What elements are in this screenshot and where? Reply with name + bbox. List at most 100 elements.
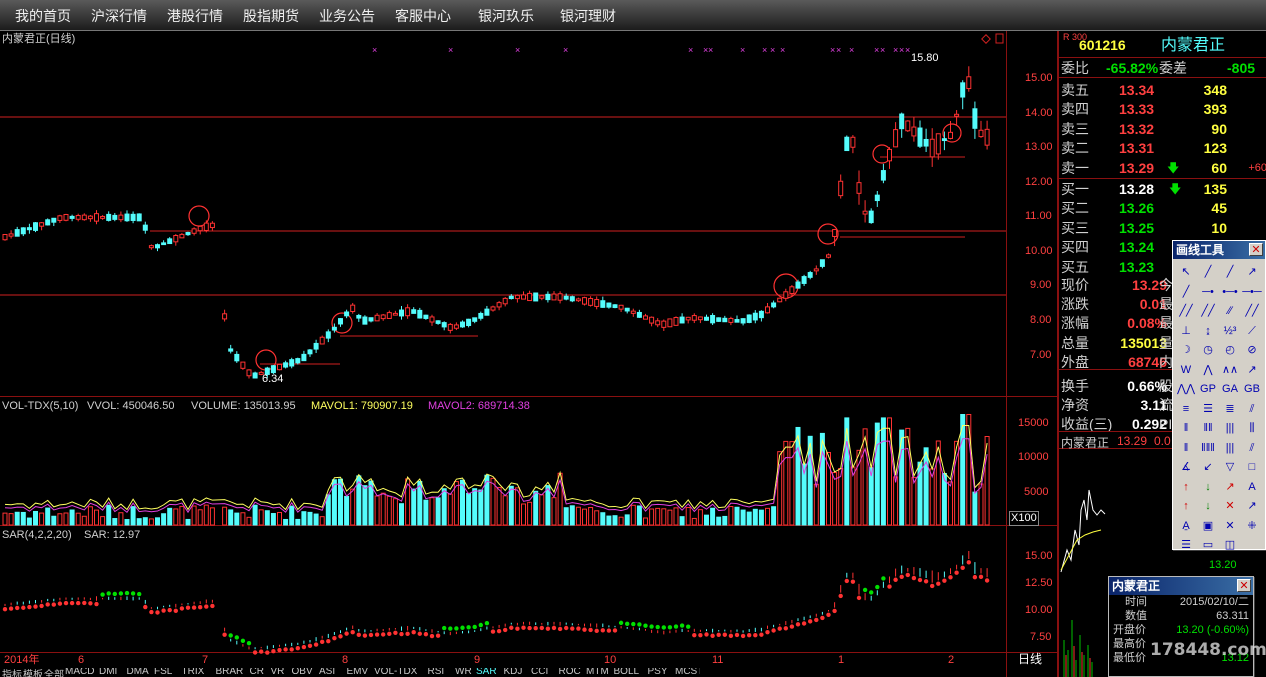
menu-galaxy-fun[interactable]: 银河玖乐 [478, 6, 534, 26]
screen-tool-icon[interactable]: ◫ [1220, 536, 1240, 554]
indicator-tab[interactable]: BRAR [216, 668, 244, 677]
gold-band-tool-icon[interactable]: GB [1242, 380, 1262, 398]
periods-tool-icon[interactable]: ⫼ [1242, 419, 1262, 437]
indicator-tab[interactable]: 全部 [44, 668, 64, 677]
indicator-tab[interactable]: WR [455, 668, 472, 677]
ruler-tool-icon[interactable]: ▭ [1198, 536, 1218, 554]
fib-fan-tool-icon[interactable]: ╱╱ [1198, 302, 1218, 320]
spiral-tool-icon[interactable]: ◴ [1220, 341, 1240, 359]
perpendicular-tool-icon[interactable]: ⊥ [1176, 322, 1196, 340]
menu-hk-stocks[interactable]: 港股行情 [167, 6, 223, 26]
menu-customer-service[interactable]: 客服中心 [395, 6, 451, 26]
text-box-tool-icon[interactable]: A̱ [1176, 517, 1196, 535]
arrow-red-tool-icon[interactable]: ↗ [1220, 478, 1240, 496]
indicator-tab[interactable]: DMA [127, 668, 149, 677]
volume-indicator-name[interactable]: VOL-TDX(5,10) [2, 400, 78, 413]
triple-peak-tool-icon[interactable]: ⋀⋀ [1176, 380, 1196, 398]
note-tool-icon[interactable]: ↗ [1242, 497, 1262, 515]
line-tool-icon[interactable]: ╱ [1198, 263, 1218, 281]
trend-tool-icon[interactable]: ⟋ [1242, 322, 1262, 340]
arc-tool-icon[interactable]: ☽ [1176, 341, 1196, 359]
up-arrow-red-tool-icon[interactable]: ↑ [1176, 478, 1196, 496]
time-zone-tool-icon[interactable]: ‖ [1176, 419, 1196, 437]
wave-tool-icon[interactable]: W [1176, 361, 1196, 379]
sell-level-row[interactable]: 卖三 13.32 90 [1059, 120, 1266, 139]
indicator-tab[interactable]: 指标 [2, 668, 22, 677]
indicator-tab[interactable]: RSI [428, 668, 445, 677]
up-arrow-tool-icon[interactable]: ↑ [1176, 497, 1196, 515]
indicator-tab[interactable]: MCST [675, 668, 700, 677]
double-peak-tool-icon[interactable]: ∧∧ [1220, 361, 1240, 379]
list-tool-icon[interactable]: ☰ [1176, 536, 1196, 554]
speed-line-tool-icon[interactable]: ∕∕ [1220, 302, 1240, 320]
arrow-line-tool-icon[interactable]: ↗ [1242, 263, 1262, 281]
down-arrow-tool-icon[interactable]: ↙ [1198, 458, 1218, 476]
indicator-tab[interactable]: SAR [476, 668, 497, 677]
period-label[interactable]: 日线 [1018, 653, 1042, 666]
triangle-tool-icon[interactable]: ▽ [1220, 458, 1240, 476]
segment-tool-icon[interactable]: ╱ [1176, 283, 1196, 301]
delete-tool-icon[interactable]: ✕ [1220, 517, 1240, 535]
indicator-tab[interactable]: ASI [319, 668, 335, 677]
sell-level-row[interactable]: 卖四 13.33 393 [1059, 100, 1266, 119]
gann-line-tool-icon[interactable]: ╱╱ [1242, 302, 1262, 320]
menu-home[interactable]: 我的首页 [15, 6, 71, 26]
menu-index-futures[interactable]: 股指期货 [243, 6, 299, 26]
indicator-tab[interactable]: PSY [648, 668, 668, 677]
band-lines-tool-icon[interactable]: ≣ [1220, 400, 1240, 418]
buy-level-row[interactable]: 买三 13.25 10 [1059, 219, 1266, 238]
percent-lines-tool-icon[interactable]: ☰ [1198, 400, 1218, 418]
indicator-tab[interactable]: KDJ [504, 668, 523, 677]
indicator-tab[interactable]: BOLL [614, 668, 640, 677]
menu-galaxy-finance[interactable]: 银河理财 [560, 6, 616, 26]
fibonacci-tool-icon[interactable]: ½³ [1220, 322, 1240, 340]
chart-canvas[interactable]: × × × × × × × × × × × × × × × × × × × [0, 31, 1058, 677]
fib-lines-tool-icon[interactable]: ≡ [1176, 400, 1196, 418]
indicator-tab[interactable]: MACD [65, 668, 94, 677]
indicator-tab[interactable]: CR [250, 668, 264, 677]
indicator-tab[interactable]: 模板 [23, 668, 43, 677]
menu-announcements[interactable]: 业务公告 [319, 6, 375, 26]
sell-level-row[interactable]: 卖一 13.29 60 🡇 +60 [1059, 159, 1266, 178]
info-window-titlebar[interactable]: 内蒙君正 ✕ [1109, 577, 1253, 595]
rectangle-tool-icon[interactable]: □ [1242, 458, 1262, 476]
buy-level-row[interactable]: 买二 13.26 45 [1059, 199, 1266, 218]
pattern-tool-icon[interactable]: ⁜ [1242, 517, 1262, 535]
sar-indicator-name[interactable]: SAR(4,2,2,20) [2, 529, 72, 542]
indicator-tab[interactable]: MTM [586, 668, 609, 677]
buy-level-row[interactable]: 买一 13.28 135 🡇 [1059, 180, 1266, 199]
down-arrow2-tool-icon[interactable]: ↓ [1198, 497, 1218, 515]
indicator-tab[interactable]: FSL [154, 668, 172, 677]
gold-price-tool-icon[interactable]: GP [1198, 380, 1218, 398]
menu-shanghai-shenzhen[interactable]: 沪深行情 [91, 6, 147, 26]
cross-mark-tool-icon[interactable]: ✕ [1220, 497, 1240, 515]
indicator-tab[interactable]: DMI [99, 668, 117, 677]
vertical-tool-icon[interactable]: ↨ [1198, 322, 1218, 340]
parallel-lines-tool-icon[interactable]: ⫽ [1242, 400, 1262, 418]
bars-tool-icon[interactable]: ||| [1220, 419, 1240, 437]
sell-level-row[interactable]: 卖二 13.31 123 [1059, 139, 1266, 158]
sell-level-row[interactable]: 卖五 13.34 348 [1059, 81, 1266, 100]
info-window-close-button[interactable]: ✕ [1237, 579, 1251, 592]
circle-tool-icon[interactable]: ⊘ [1242, 341, 1262, 359]
square-tool-icon[interactable]: ▣ [1198, 517, 1218, 535]
fan-tool-icon[interactable]: ╱╱ [1176, 302, 1196, 320]
angle-tool-icon[interactable]: ∡ [1176, 458, 1196, 476]
slant-grid-tool-icon[interactable]: ⫽ [1242, 439, 1262, 457]
indicator-tab[interactable]: CCI [531, 668, 548, 677]
extend-line-tool-icon[interactable]: ─• [1198, 283, 1218, 301]
columns-tool-icon[interactable]: ||| [1220, 439, 1240, 457]
zigzag-tool-icon[interactable]: ↗ [1242, 361, 1262, 379]
indicator-tab[interactable]: OBV [292, 668, 313, 677]
kline-chart-area[interactable]: × × × × × × × × × × × × × × × × × × × 内蒙君正(日线) 15.80 6.34 … [0, 31, 1058, 677]
rule-tool-icon[interactable]: ‖ [1176, 439, 1196, 457]
peak-tool-icon[interactable]: ⋀ [1198, 361, 1218, 379]
indicator-tab[interactable]: ROC [559, 668, 581, 677]
indicator-tab[interactable]: TRIX [182, 668, 205, 677]
ray-tool-icon[interactable]: ╱ [1220, 263, 1240, 281]
info-window[interactable]: 内蒙君正 ✕ 时间 2015/02/10/二 数值 63.311 开盘价 13.20 (-… [1108, 576, 1254, 677]
grid-tool-icon[interactable]: ‖‖‖ [1198, 439, 1218, 457]
drawing-tools-window[interactable]: 画线工具 ✕ ↖ ╱ ╱ ↗ ╱ ─• •─• ─•─ ╱╱ ╱╱ ∕∕ ╱╱ ⊥ ↨ ½³ ⟋ ☽ ◷ ◴ ⊘ W ⋀ ∧… [1172, 240, 1266, 551]
drawing-tools-titlebar[interactable]: 画线工具 ✕ [1173, 241, 1265, 259]
indicator-tab[interactable]: VOL-TDX [374, 668, 417, 677]
